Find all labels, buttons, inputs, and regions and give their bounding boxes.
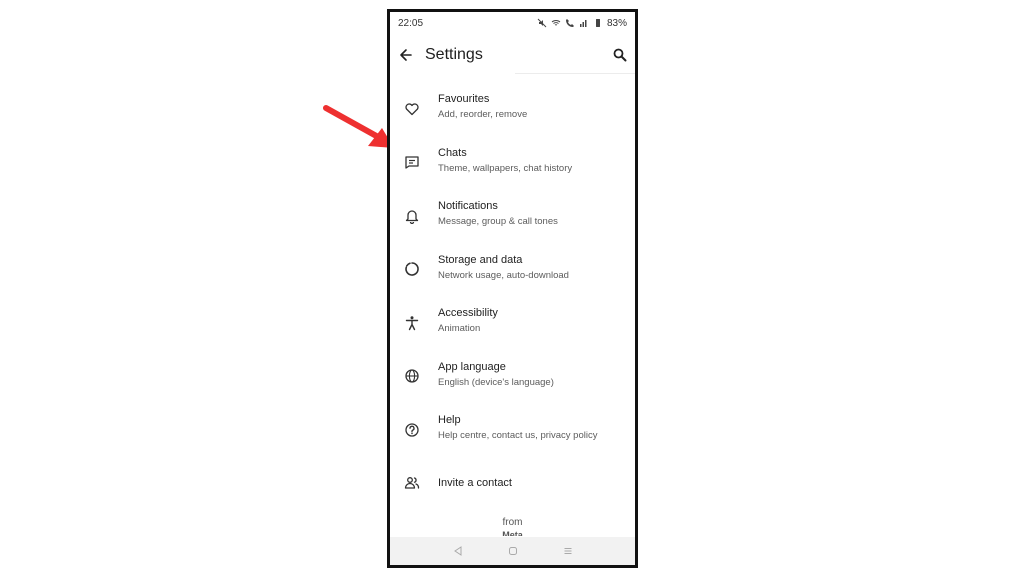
triangle-back-icon	[453, 546, 461, 556]
menu-item-subtitle: Theme, wallpapers, chat history	[438, 162, 573, 174]
settings-menu: Favourites Add, reorder, remove Chats Th…	[390, 82, 635, 510]
heart-icon	[403, 100, 421, 118]
menu-lines-icon	[564, 548, 571, 554]
globe-icon	[403, 367, 421, 385]
mute-icon	[537, 18, 547, 28]
battery-level: 83%	[606, 17, 627, 29]
menu-item-help[interactable]: Help Help centre, contact us, privacy po…	[390, 403, 635, 457]
people-icon	[403, 474, 421, 492]
search-button[interactable]	[610, 45, 630, 65]
menu-item-app-language[interactable]: App language English (device's language)	[390, 350, 635, 404]
nav-home-button[interactable]	[506, 544, 520, 558]
page-title: Settings	[425, 46, 483, 63]
storage-icon	[403, 260, 421, 278]
wifi-icon	[551, 20, 561, 26]
signal-icon	[579, 20, 587, 27]
status-bar: 22:05 83%	[390, 12, 635, 34]
square-home-icon	[508, 547, 517, 555]
search-icon	[613, 48, 627, 62]
menu-item-subtitle: Message, group & call tones	[438, 216, 558, 227]
menu-item-chats[interactable]: Chats Theme, wallpapers, chat history	[390, 136, 635, 190]
phone-frame: 22:05 83% Settings Favourites Add, reord…	[387, 9, 638, 568]
status-icons: 83%	[537, 18, 627, 29]
menu-item-storage[interactable]: Storage and data Network usage, auto-dow…	[390, 243, 635, 297]
menu-item-subtitle: English (device's language)	[438, 376, 554, 388]
menu-item-title: Invite a contact	[438, 476, 512, 489]
back-button[interactable]	[396, 45, 416, 65]
app-bar-divider	[515, 73, 635, 74]
status-time: 22:05	[398, 17, 424, 29]
menu-item-notifications[interactable]: Notifications Message, group & call tone…	[390, 189, 635, 243]
chat-icon	[403, 153, 421, 171]
menu-item-title: Storage and data	[438, 253, 523, 266]
menu-item-subtitle: Add, reorder, remove	[438, 109, 528, 120]
arrow-left-icon	[400, 49, 412, 61]
nav-recents-button[interactable]	[561, 544, 575, 558]
menu-item-title: Chats	[438, 146, 467, 159]
battery-icon	[595, 19, 600, 27]
bell-icon	[403, 207, 421, 225]
system-nav-bar	[390, 537, 635, 565]
menu-item-title: Favourites	[438, 93, 490, 105]
menu-item-title: App language	[438, 360, 506, 373]
menu-item-title: Notifications	[438, 200, 498, 212]
footer-from: from	[502, 517, 523, 528]
help-icon	[403, 421, 421, 439]
menu-item-title: Accessibility	[438, 307, 498, 319]
accessibility-icon	[403, 314, 421, 332]
menu-item-favourites[interactable]: Favourites Add, reorder, remove	[390, 82, 635, 136]
app-bar: Settings	[390, 40, 635, 70]
menu-item-subtitle: Animation	[438, 323, 481, 334]
menu-item-accessibility[interactable]: Accessibility Animation	[390, 296, 635, 350]
menu-item-subtitle: Help centre, contact us, privacy policy	[438, 430, 598, 441]
call-icon	[565, 19, 574, 27]
footer-brand: Meta	[502, 530, 523, 536]
menu-item-title: Help	[438, 414, 461, 426]
menu-item-invite[interactable]: Invite a contact	[390, 457, 635, 511]
menu-item-subtitle: Network usage, auto-download	[438, 269, 569, 281]
nav-back-button[interactable]	[451, 544, 465, 558]
screenshot-canvas: 22:05 83% Settings Favourites Add, reord…	[0, 0, 1024, 576]
